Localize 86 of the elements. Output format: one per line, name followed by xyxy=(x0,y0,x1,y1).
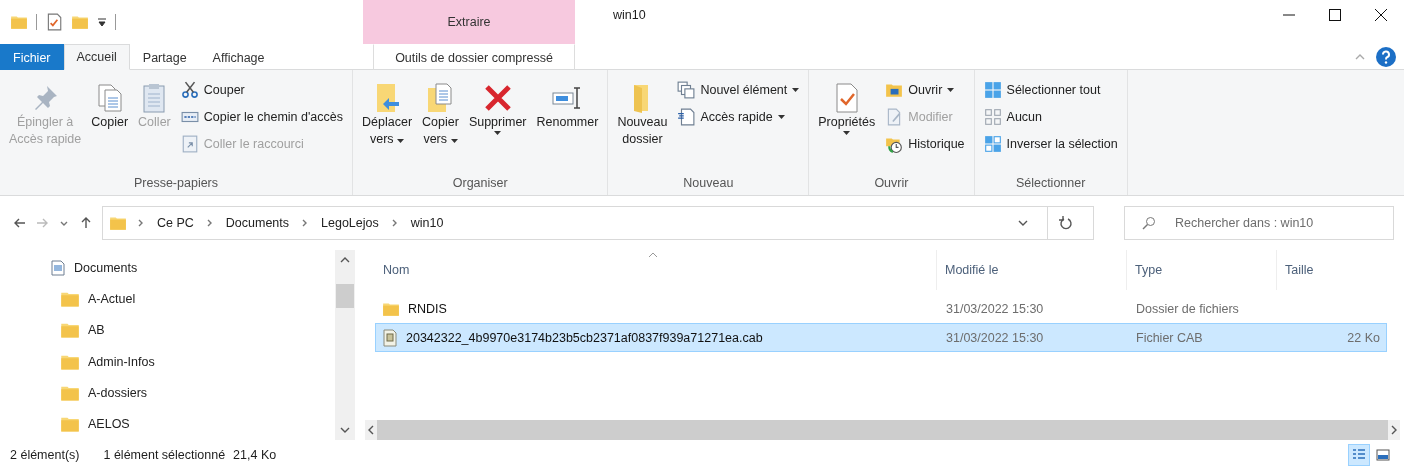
history-icon xyxy=(885,135,904,153)
ribbon-tab[interactable]: Fichier xyxy=(0,44,64,70)
ribbon-button[interactable]: Copier le chemin d'accès xyxy=(177,105,346,129)
back-arrow-icon xyxy=(14,217,26,229)
column-header[interactable]: Type xyxy=(1127,250,1277,290)
invert-selection-icon xyxy=(983,135,1002,153)
ribbon-button[interactable]: Inverser la sélection xyxy=(980,132,1121,156)
ribbon-button[interactable]: Aucun xyxy=(980,105,1121,129)
file-name: RNDIS xyxy=(408,301,447,316)
table-cell-text: Dossier de fichiers xyxy=(1135,301,1240,316)
document-icon xyxy=(50,259,66,276)
ribbon-button[interactable]: Propriétés xyxy=(815,74,879,137)
ribbon-button[interactable]: Couper xyxy=(177,78,346,102)
breadcrumb[interactable]: Ce PC xyxy=(155,216,196,230)
scissors-icon xyxy=(180,81,199,99)
scrollbar[interactable] xyxy=(335,250,355,440)
window-title: win10 xyxy=(613,8,646,22)
column-header[interactable]: Modifié le xyxy=(937,250,1127,290)
select-all-icon xyxy=(983,81,1002,99)
up-button[interactable] xyxy=(80,217,92,229)
context-tab-header: Extraire xyxy=(363,0,575,44)
tree-item[interactable]: Admin-Infos xyxy=(0,346,335,378)
ribbon-button[interactable]: Ouvrir xyxy=(882,78,968,102)
file-row[interactable]: RNDIS 31/03/2022 15:30 Dossier de fichiers xyxy=(375,294,1387,323)
file-row[interactable]: 20342322_4b9970e3174b23b5cb2371af0837f939a71271ea.cab 31/03/2022 15:30 Fichier CAB 22 Ko xyxy=(375,323,1387,352)
ribbon-tab[interactable]: Affichage xyxy=(199,44,278,70)
ribbon-button[interactable]: Copier vers xyxy=(419,74,462,150)
ribbon-button[interactable]: Copier xyxy=(88,74,132,133)
shortcut-icon xyxy=(180,135,199,153)
table-cell-text: 31/03/2022 15:30 xyxy=(945,301,1045,316)
table-cell-text: 31/03/2022 15:30 xyxy=(945,330,1045,345)
tree-item[interactable]: A-dossiers xyxy=(0,377,335,409)
column-header[interactable]: Taille xyxy=(1277,250,1387,290)
folder-icon xyxy=(109,214,127,232)
ribbon-button[interactable]: Supprimer xyxy=(465,74,530,137)
group-label: Organiser xyxy=(451,175,509,192)
refresh-icon xyxy=(1058,216,1073,230)
ribbon-button[interactable]: Historique xyxy=(882,132,968,156)
large-icons-view-icon xyxy=(1376,448,1390,462)
folder-icon xyxy=(10,13,28,31)
maximize-icon xyxy=(1329,9,1341,21)
quick-access-icon xyxy=(677,108,696,126)
table-cell-text: Fichier CAB xyxy=(1135,330,1204,345)
new-item-icon xyxy=(677,81,696,99)
group-label: Presse-papiers xyxy=(132,175,220,192)
item-count: 2 élément(s) xyxy=(10,448,80,462)
tree-item[interactable]: A-Actuel xyxy=(0,283,335,315)
breadcrumb[interactable]: Documents xyxy=(223,216,292,230)
tree-item[interactable]: Documents xyxy=(0,252,335,284)
breadcrumb[interactable]: win10 xyxy=(408,216,446,230)
search-field[interactable]: Rechercher dans : win10 xyxy=(1124,206,1394,240)
ribbon-button[interactable]: Sélectionner tout xyxy=(980,78,1121,102)
ribbon-button[interactable]: Accès rapide xyxy=(674,105,803,129)
close-icon xyxy=(1375,9,1387,21)
open-folder-icon xyxy=(885,81,904,99)
ribbon-button[interactable]: Nouvel élément xyxy=(674,78,803,102)
select-none-icon xyxy=(983,108,1002,126)
table-cell-text: 22 Ko xyxy=(1346,330,1381,345)
selection-size: 21,4 Ko xyxy=(233,448,277,462)
ribbon-button[interactable]: Nouveau dossier xyxy=(614,74,671,150)
archive-file-icon xyxy=(382,328,398,347)
file-name: 20342322_4b9970e3174b23b5cb2371af0837f939a71271ea.cab xyxy=(406,330,763,345)
up-arrow-icon xyxy=(80,217,92,229)
forward-arrow-icon xyxy=(36,217,48,229)
customize-caret-icon[interactable] xyxy=(97,17,107,27)
ribbon-tab[interactable]: Accueil xyxy=(63,44,130,70)
selection-info: 1 élément sélectionné xyxy=(103,448,226,462)
column-header[interactable]: Nom xyxy=(375,250,937,290)
help-icon[interactable] xyxy=(1376,46,1396,67)
breadcrumb[interactable]: LegoLejos xyxy=(319,216,381,230)
details-view-icon xyxy=(1352,448,1366,462)
tree-item[interactable]: AB xyxy=(0,314,335,346)
details-view-button[interactable] xyxy=(1348,444,1370,466)
address-bar[interactable]: Ce PC Documents LegoLejos win10 xyxy=(102,206,1094,240)
ribbon-tab[interactable]: Partage xyxy=(129,44,200,70)
group-label: Nouveau xyxy=(682,175,735,192)
folder-icon xyxy=(71,13,89,31)
group-label: Sélectionner xyxy=(1014,175,1087,192)
group-label: Ouvrir xyxy=(873,175,910,192)
ribbon-button[interactable]: Renommer xyxy=(533,74,602,133)
back-button[interactable] xyxy=(14,217,26,229)
scroll-thumb[interactable] xyxy=(336,284,354,308)
tree-item[interactable]: AELOS xyxy=(0,408,335,440)
properties-icon[interactable] xyxy=(45,13,63,31)
search-icon xyxy=(1142,216,1156,230)
ribbon-button[interactable]: Déplacer vers xyxy=(359,74,416,150)
